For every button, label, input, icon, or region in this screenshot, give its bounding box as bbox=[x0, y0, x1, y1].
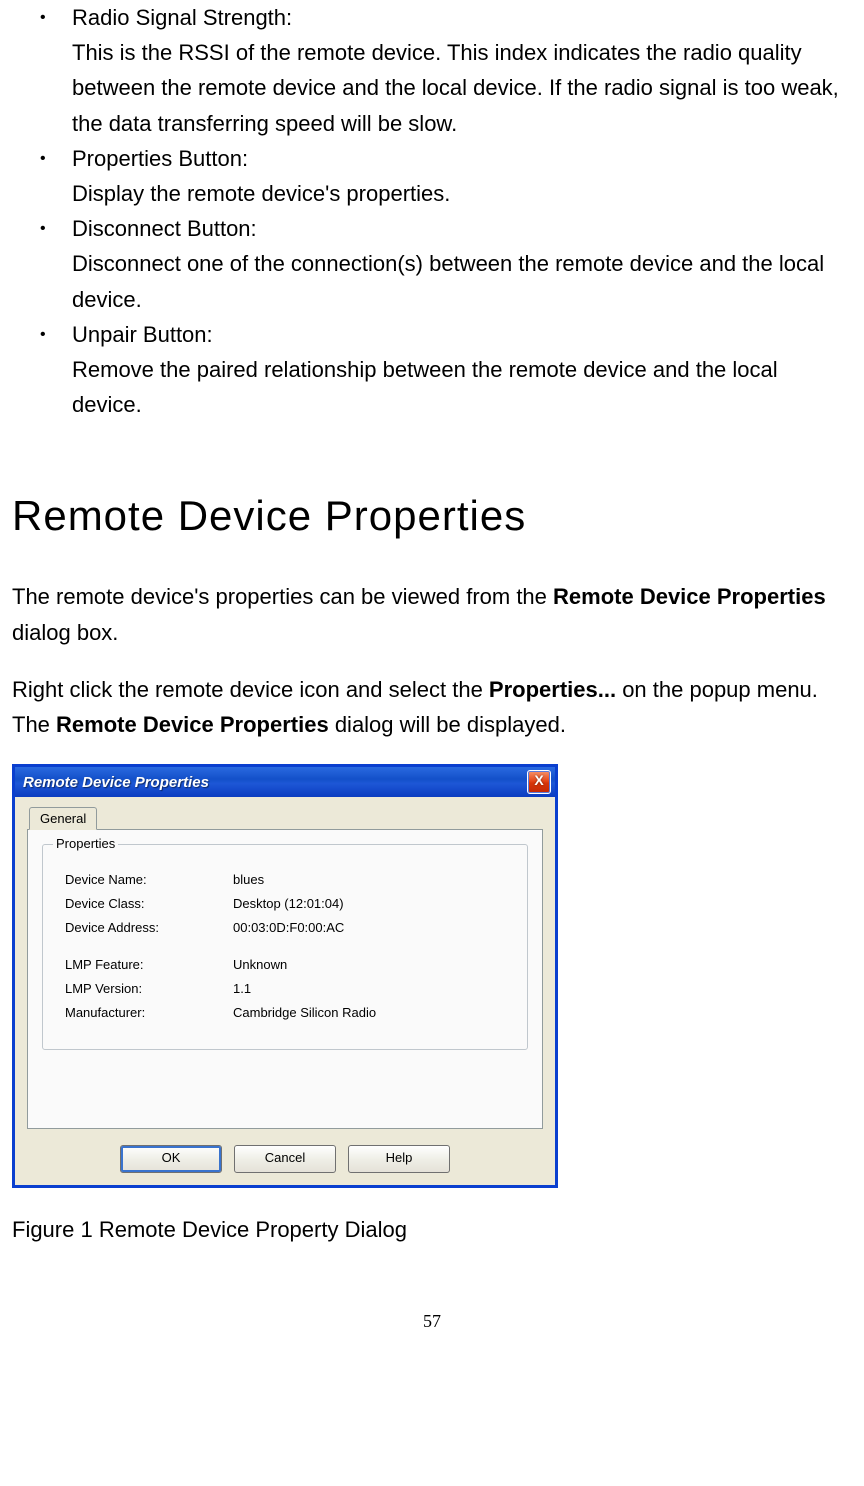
list-item: • Properties Button: Display the remote … bbox=[12, 141, 852, 211]
prop-row: Device Address: 00:03:0D:F0:00:AC bbox=[65, 920, 509, 935]
list-item: • Radio Signal Strength: This is the RSS… bbox=[12, 0, 852, 141]
bold-text: Properties... bbox=[489, 677, 616, 702]
prop-label: Device Name: bbox=[65, 872, 233, 887]
text: The remote device's properties can be vi… bbox=[12, 584, 553, 609]
item-desc: This is the RSSI of the remote device. T… bbox=[72, 35, 852, 141]
item-desc: Display the remote device's properties. bbox=[72, 176, 852, 211]
text: dialog box. bbox=[12, 620, 118, 645]
cancel-button[interactable]: Cancel bbox=[234, 1145, 336, 1173]
prop-row: Device Name: blues bbox=[65, 872, 509, 887]
bullet-icon: • bbox=[40, 211, 46, 247]
bullet-icon: • bbox=[40, 0, 46, 36]
title-bar[interactable]: Remote Device Properties X bbox=[15, 767, 555, 797]
page-number: 57 bbox=[12, 1307, 852, 1336]
item-desc: Disconnect one of the connection(s) betw… bbox=[72, 246, 852, 316]
help-button[interactable]: Help bbox=[348, 1145, 450, 1173]
dialog-body: General Properties Device Name: blues De… bbox=[15, 797, 555, 1185]
properties-group: Properties Device Name: blues Device Cla… bbox=[42, 844, 528, 1050]
ok-button[interactable]: OK bbox=[120, 1145, 222, 1173]
prop-row: Device Class: Desktop (12:01:04) bbox=[65, 896, 509, 911]
dialog-title: Remote Device Properties bbox=[23, 774, 209, 791]
tab-strip: General bbox=[27, 805, 543, 829]
item-title: Properties Button: bbox=[72, 141, 852, 176]
prop-value: 1.1 bbox=[233, 981, 509, 996]
tab-general[interactable]: General bbox=[29, 807, 97, 830]
close-icon: X bbox=[534, 772, 543, 788]
paragraph: The remote device's properties can be vi… bbox=[12, 579, 852, 649]
prop-row: Manufacturer: Cambridge Silicon Radio bbox=[65, 1005, 509, 1020]
prop-value: blues bbox=[233, 872, 509, 887]
list-item: • Disconnect Button: Disconnect one of t… bbox=[12, 211, 852, 317]
list-item: • Unpair Button: Remove the paired relat… bbox=[12, 317, 852, 423]
prop-label: LMP Feature: bbox=[65, 957, 233, 972]
bullet-icon: • bbox=[40, 317, 46, 353]
prop-value: Unknown bbox=[233, 957, 509, 972]
tab-panel: Properties Device Name: blues Device Cla… bbox=[27, 829, 543, 1129]
item-title: Disconnect Button: bbox=[72, 211, 852, 246]
paragraph: Right click the remote device icon and s… bbox=[12, 672, 852, 742]
item-title: Radio Signal Strength: bbox=[72, 0, 852, 35]
prop-value: 00:03:0D:F0:00:AC bbox=[233, 920, 509, 935]
dialog-button-row: OK Cancel Help bbox=[27, 1145, 543, 1173]
prop-row: LMP Version: 1.1 bbox=[65, 981, 509, 996]
prop-value: Cambridge Silicon Radio bbox=[233, 1005, 509, 1020]
prop-label: Device Address: bbox=[65, 920, 233, 935]
bullet-list: • Radio Signal Strength: This is the RSS… bbox=[12, 0, 852, 422]
figure-caption: Figure 1 Remote Device Property Dialog bbox=[12, 1212, 852, 1247]
prop-label: Manufacturer: bbox=[65, 1005, 233, 1020]
prop-label: LMP Version: bbox=[65, 981, 233, 996]
bullet-icon: • bbox=[40, 141, 46, 177]
text: dialog will be displayed. bbox=[329, 712, 566, 737]
dialog-window: Remote Device Properties X General Prope… bbox=[12, 764, 558, 1188]
group-legend: Properties bbox=[53, 836, 118, 851]
prop-row: LMP Feature: Unknown bbox=[65, 957, 509, 972]
close-button[interactable]: X bbox=[527, 770, 551, 794]
text: Right click the remote device icon and s… bbox=[12, 677, 489, 702]
section-heading: Remote Device Properties bbox=[12, 482, 852, 549]
bold-text: Remote Device Properties bbox=[56, 712, 329, 737]
prop-value: Desktop (12:01:04) bbox=[233, 896, 509, 911]
item-title: Unpair Button: bbox=[72, 317, 852, 352]
bold-text: Remote Device Properties bbox=[553, 584, 826, 609]
item-desc: Remove the paired relationship between t… bbox=[72, 352, 852, 422]
prop-label: Device Class: bbox=[65, 896, 233, 911]
